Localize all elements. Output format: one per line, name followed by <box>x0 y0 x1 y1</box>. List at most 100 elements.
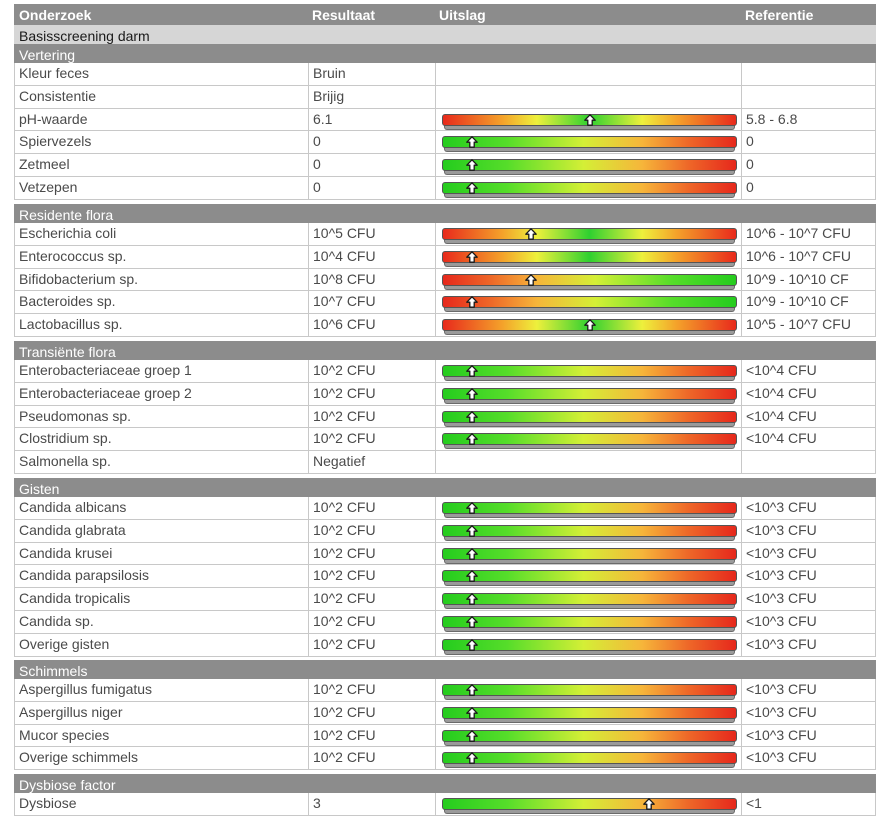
result-cell: Negatief <box>308 451 435 474</box>
test-name: Salmonella sp. <box>19 453 111 470</box>
gauge-bar <box>442 159 737 172</box>
table-row: Candida albicans 10^2 CFU <10^3 CFU <box>14 497 876 520</box>
gauge-bar <box>442 524 737 537</box>
reference-cell: <10^3 CFU <box>741 724 876 748</box>
outcome-cell <box>435 405 741 429</box>
reference-cell: <10^3 CFU <box>741 611 876 634</box>
test-name: Bifidobacterium sp. <box>19 270 139 287</box>
test-name: Enterobacteriaceae groep 2 <box>19 384 192 401</box>
arrow-up-icon <box>465 433 478 446</box>
result-value: 6.1 <box>313 110 333 127</box>
arrow-up-icon <box>465 159 478 172</box>
outcome-cell <box>435 724 741 748</box>
result-gauge <box>442 547 737 564</box>
outcome-cell <box>435 542 741 566</box>
test-name-cell: Bacteroides sp. <box>14 291 308 315</box>
table-row: Clostridium sp. 10^2 CFU <10^4 CFU <box>14 428 876 452</box>
outcome-cell <box>435 154 741 177</box>
arrow-up-icon <box>583 113 596 126</box>
outcome-cell <box>435 85 741 109</box>
gauge-bar <box>442 387 737 400</box>
result-cell: 10^2 CFU <box>308 405 435 429</box>
gauge-bar <box>442 798 737 810</box>
outcome-cell <box>435 793 741 816</box>
result-cell: 10^4 CFU <box>308 245 435 269</box>
gauge-bar <box>442 706 737 719</box>
test-name-cell: Candida tropicalis <box>14 588 308 611</box>
section-title: Gisten <box>19 481 60 497</box>
result-gauge <box>442 706 737 723</box>
table-row: Candida sp. 10^2 CFU <10^3 CFU <box>14 611 876 634</box>
reference-cell: <10^3 CFU <box>741 497 876 520</box>
section-header: Vertering <box>14 44 876 63</box>
table-row: Aspergillus niger 10^2 CFU <10^3 CFU <box>14 701 876 725</box>
result-gauge <box>442 250 737 267</box>
arrow-up-icon <box>465 616 478 628</box>
outcome-cell <box>435 63 741 86</box>
test-name: Zetmeel <box>19 156 70 173</box>
gauge-bar <box>442 273 737 286</box>
outcome-cell <box>435 177 741 200</box>
result-value: Negatief <box>313 453 366 470</box>
section-title: Vertering <box>19 47 76 63</box>
result-cell: 0 <box>308 131 435 155</box>
result-gauge <box>442 365 737 381</box>
outcome-cell <box>435 314 741 337</box>
reference-cell: <10^4 CFU <box>741 360 876 383</box>
result-cell: 6.1 <box>308 108 435 132</box>
result-gauge <box>442 319 737 336</box>
gauge-base <box>444 147 735 153</box>
outcome-cell <box>435 291 741 315</box>
reference-cell: 10^6 - 10^7 CFU <box>741 245 876 269</box>
test-name-cell: pH-waarde <box>14 108 308 132</box>
table-row: Aspergillus fumigatus 10^2 CFU <10^3 CFU <box>14 679 876 702</box>
outcome-cell <box>435 131 741 155</box>
test-name: Candida krusei <box>19 544 113 561</box>
result-value: 0 <box>313 133 321 150</box>
arrow-up-icon <box>465 387 478 400</box>
table-row: Overige schimmels 10^2 CFU <10^3 CFU <box>14 747 876 771</box>
result-cell: 10^2 CFU <box>308 497 435 520</box>
arrow-up-icon <box>465 502 478 514</box>
outcome-cell <box>435 633 741 657</box>
test-name-cell: Candida glabrata <box>14 519 308 543</box>
test-name: pH-waarde <box>19 110 88 127</box>
gauge-bar <box>442 752 737 765</box>
reference-cell: 5.8 - 6.8 <box>741 108 876 132</box>
result-value: 10^2 CFU <box>313 521 376 538</box>
reference-cell <box>741 451 876 474</box>
test-name: Candida parapsilosis <box>19 567 149 584</box>
reference-value: 10^6 - 10^7 CFU <box>746 225 851 241</box>
result-cell: 10^2 CFU <box>308 633 435 657</box>
result-value: 10^2 CFU <box>313 544 376 561</box>
arrow-up-icon <box>524 228 537 240</box>
reference-cell: <10^3 CFU <box>741 747 876 771</box>
reference-cell: 0 <box>741 154 876 177</box>
result-cell: Bruin <box>308 63 435 86</box>
result-cell: 10^2 CFU <box>308 701 435 725</box>
test-name: Consistentie <box>19 87 97 104</box>
result-gauge <box>442 410 737 427</box>
arrow-up-icon <box>465 638 478 651</box>
gauge-bar <box>442 365 737 377</box>
outcome-cell <box>435 588 741 611</box>
reference-value: <10^4 CFU <box>746 407 817 424</box>
outcome-cell <box>435 497 741 520</box>
result-value: 10^2 CFU <box>313 430 376 447</box>
outcome-cell <box>435 451 741 474</box>
result-gauge <box>442 570 737 587</box>
table-row: pH-waarde 6.1 5.8 - 6.8 <box>14 108 876 132</box>
reference-cell: <10^3 CFU <box>741 679 876 702</box>
result-value: 10^2 CFU <box>313 681 376 697</box>
result-gauge <box>442 729 737 746</box>
result-value: 10^2 CFU <box>313 499 376 515</box>
result-gauge <box>442 524 737 541</box>
result-value: 10^6 CFU <box>313 316 376 333</box>
arrow-up-icon <box>465 410 478 423</box>
table-row: Consistentie Brijig <box>14 85 876 109</box>
result-value: 10^2 CFU <box>313 567 376 584</box>
result-gauge <box>442 273 737 290</box>
result-gauge <box>442 228 737 244</box>
result-gauge <box>442 387 737 404</box>
arrow-up-icon <box>465 684 478 696</box>
